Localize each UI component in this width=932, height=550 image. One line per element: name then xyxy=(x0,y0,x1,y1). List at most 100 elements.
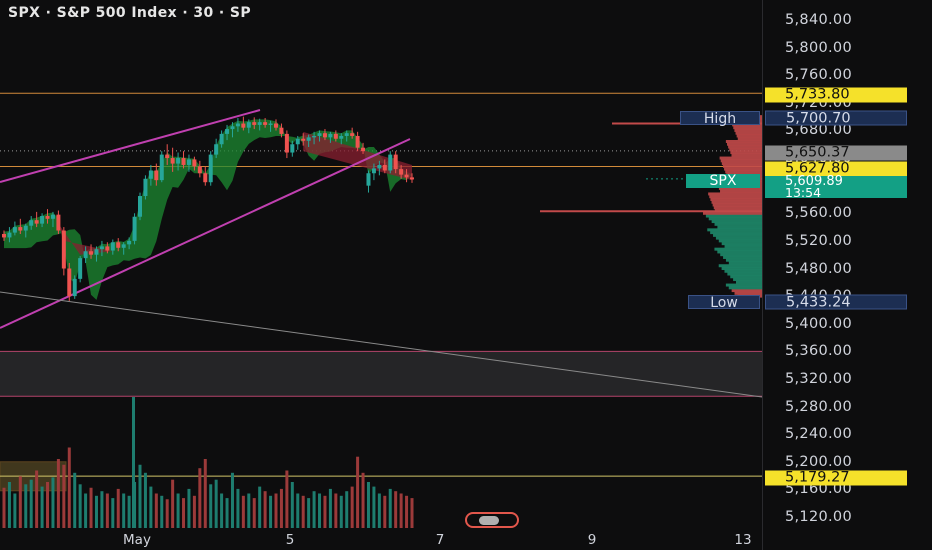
candle-body xyxy=(350,133,355,136)
profile-bar xyxy=(705,214,762,218)
price-axis[interactable]: 5,840.00 5,800.00 5,760.00 5,720.00 5,680.00… xyxy=(762,0,932,550)
candle-body xyxy=(176,158,181,164)
volume-bar xyxy=(366,482,370,528)
candle-body xyxy=(61,230,66,269)
candle-body xyxy=(268,123,273,125)
volume-bar xyxy=(187,488,191,528)
volume-bar xyxy=(105,493,109,528)
profile-bar xyxy=(736,134,762,138)
candle-body xyxy=(361,147,366,152)
profile-bar xyxy=(713,206,762,210)
demand-zone xyxy=(0,351,762,397)
volume-bar xyxy=(35,470,39,528)
volume-bar xyxy=(350,486,354,528)
low-label: Low xyxy=(688,295,760,310)
profile-bar xyxy=(722,164,762,168)
volume-bar xyxy=(285,470,289,528)
profile-bar xyxy=(731,289,762,293)
volume-bar xyxy=(241,495,245,528)
volume-bar xyxy=(328,488,332,528)
profile-bar xyxy=(723,255,762,259)
volume-bar xyxy=(2,487,6,528)
candle-body xyxy=(110,242,115,251)
profile-bar xyxy=(713,233,762,237)
candle-body xyxy=(284,133,289,153)
candle-body xyxy=(219,133,224,145)
profile-bar xyxy=(718,239,762,243)
candle-body xyxy=(192,159,197,167)
profile-bar xyxy=(724,167,762,171)
profile-bar xyxy=(714,247,762,251)
profile-bar xyxy=(721,242,762,246)
candle-body xyxy=(94,249,99,255)
volume-bar xyxy=(138,464,142,528)
profile-bar xyxy=(707,228,762,232)
candle-body xyxy=(186,159,191,165)
candle-body xyxy=(279,127,284,134)
candle-body xyxy=(116,242,121,248)
symbol-title[interactable]: SPX · S&P 500 Index · 30 · SP xyxy=(8,5,251,21)
volume-bar xyxy=(361,472,365,528)
profile-bar xyxy=(730,275,762,279)
price-tick: 5,760.00 xyxy=(785,67,852,84)
volume-bar xyxy=(7,482,11,528)
volume-bar xyxy=(214,479,218,528)
candle-body xyxy=(50,214,55,219)
profile-bar xyxy=(729,148,762,152)
price-tick: 5,520.00 xyxy=(785,232,852,249)
candle-body xyxy=(295,138,300,145)
volume-bar xyxy=(160,495,164,528)
profile-bar xyxy=(720,189,762,193)
candle-body xyxy=(290,144,295,153)
profile-bar xyxy=(730,151,762,155)
volume-bar xyxy=(154,493,158,528)
candle-body xyxy=(241,123,246,128)
candle-body xyxy=(170,158,175,164)
tradingview-logo-icon xyxy=(465,512,519,528)
volume-bar xyxy=(100,491,104,528)
volume-bar xyxy=(356,456,360,528)
volume-bar xyxy=(18,476,22,528)
volume-bar xyxy=(143,472,147,528)
support-price-tag: 5,179.27 xyxy=(765,470,907,486)
price-tick: 5,120.00 xyxy=(785,509,852,525)
candle-body xyxy=(23,225,28,231)
candle-body xyxy=(322,133,327,138)
volume-bar xyxy=(334,493,338,528)
candle-body xyxy=(225,129,230,134)
profile-bar xyxy=(731,153,762,157)
symbol-label: SPX xyxy=(686,174,760,188)
price-chart[interactable] xyxy=(0,0,762,530)
volume-bar xyxy=(247,493,251,528)
low-price-tag: 5,433.24 xyxy=(765,294,907,310)
volume-bar xyxy=(192,495,196,528)
time-label-5: 5 xyxy=(285,532,295,548)
volume-bar xyxy=(51,477,55,528)
profile-bar xyxy=(724,244,762,248)
prev-close-price-tag: 5,650.37 xyxy=(765,145,907,161)
last-price-tag: 5,609.89 13:54 xyxy=(765,175,907,199)
volume-bar xyxy=(225,498,229,528)
candle-body xyxy=(252,122,257,125)
candle-body xyxy=(34,220,39,224)
candle-body xyxy=(56,214,61,231)
volume-bar xyxy=(29,479,33,528)
time-axis[interactable]: May 5 7 9 13 xyxy=(0,530,762,550)
candle-body xyxy=(45,216,50,219)
candle-body xyxy=(410,177,414,180)
volume-bar xyxy=(263,491,267,528)
candle-body xyxy=(388,154,393,171)
volume-bar xyxy=(116,488,120,528)
profile-bar xyxy=(717,250,762,254)
candle-body xyxy=(333,133,338,139)
candle-body xyxy=(138,196,142,217)
candle-body xyxy=(306,137,311,141)
profile-bar xyxy=(715,236,762,240)
volume-bar xyxy=(122,493,126,528)
profile-bar xyxy=(703,211,762,215)
candle-body xyxy=(312,135,317,138)
candle-body xyxy=(181,158,186,165)
profile-bar xyxy=(711,200,762,204)
volume-bar xyxy=(182,498,186,528)
candle-body xyxy=(404,174,409,178)
